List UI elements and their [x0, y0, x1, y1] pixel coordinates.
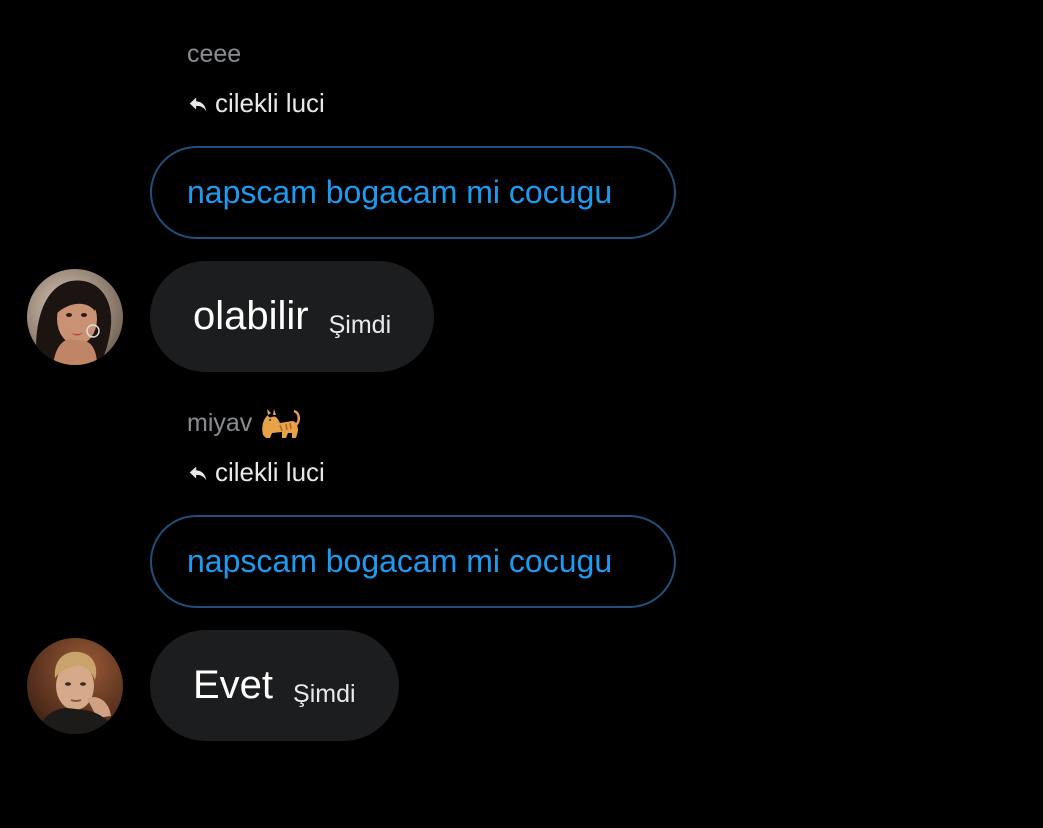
quoted-message-bubble[interactable]: napscam bogacam mi cocugu — [150, 515, 676, 608]
message-bubble[interactable]: olabilir Şimdi — [150, 261, 435, 372]
message-timestamp: Şimdi — [328, 311, 392, 339]
message-bubble[interactable]: Evet Şimdi — [150, 630, 399, 741]
reply-reference[interactable]: cilekli luci — [187, 457, 325, 488]
quoted-message-bubble[interactable]: napscam bogacam mi cocugu — [150, 146, 676, 239]
man-with-blond-hair-avatar — [27, 638, 123, 734]
reply-to-name: cilekli luci — [215, 88, 325, 118]
message-timestamp: Şimdi — [293, 680, 356, 708]
sender-name: ceee — [187, 40, 241, 69]
quoted-message-text: napscam bogacam mi cocugu — [187, 543, 613, 579]
woman-with-dark-hair-avatar — [27, 269, 123, 365]
sender-name-label: miyav — [187, 408, 253, 437]
reply-reference[interactable]: cilekli luci — [187, 88, 325, 119]
avatar[interactable] — [27, 638, 123, 734]
reply-arrow-icon — [187, 462, 209, 484]
message-text: Evet — [193, 663, 274, 707]
cat-emoji-icon — [260, 405, 301, 441]
quoted-message-text: napscam bogacam mi cocugu — [187, 174, 613, 210]
chat-thread: ceee cilekli luci napscam bogacam mi coc… — [0, 0, 1043, 828]
sender-name: miyav — [187, 405, 301, 441]
reply-arrow-icon — [187, 93, 209, 115]
avatar[interactable] — [27, 269, 123, 365]
message-text: olabilir — [193, 294, 309, 338]
sender-name-label: ceee — [187, 40, 242, 68]
reply-to-name: cilekli luci — [215, 457, 325, 487]
